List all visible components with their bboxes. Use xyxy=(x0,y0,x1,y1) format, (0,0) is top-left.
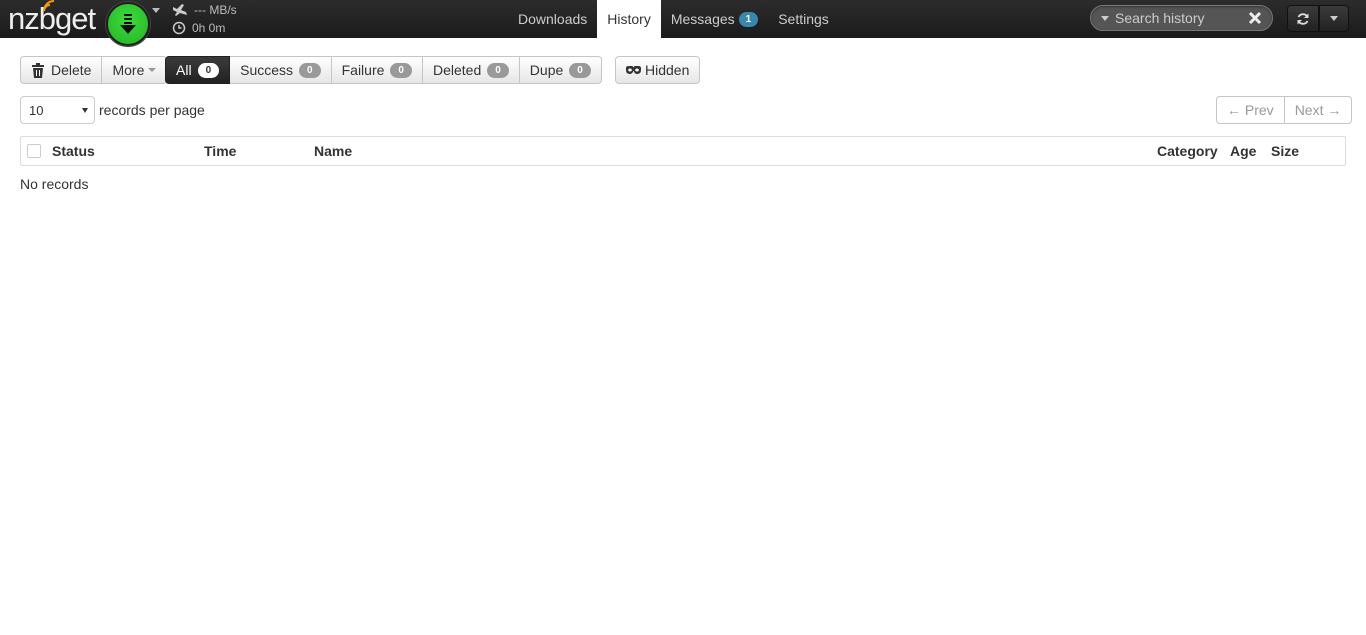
tab-downloads[interactable]: Downloads xyxy=(508,0,597,38)
speed-indicator[interactable]: --- MB/s xyxy=(172,2,237,18)
column-status[interactable]: Status xyxy=(52,137,95,165)
dropdown-arrow-icon xyxy=(82,108,88,113)
history-table-header: Status Time Name Category Age Size xyxy=(20,136,1346,166)
time-left-indicator[interactable]: 0h 0m xyxy=(172,20,225,36)
filter-dupe[interactable]: Dupe 0 xyxy=(519,56,602,84)
tab-history[interactable]: History xyxy=(597,0,661,38)
download-arrow-icon xyxy=(120,14,136,34)
prev-page-button[interactable]: ← Prev xyxy=(1216,96,1285,124)
logo-b: b xyxy=(38,0,56,36)
records-per-page: 10 records per page xyxy=(20,96,205,124)
next-page-button[interactable]: Next → xyxy=(1284,96,1353,124)
filter-count-badge: 0 xyxy=(390,62,412,78)
more-button[interactable]: More xyxy=(102,56,168,84)
plane-icon xyxy=(173,4,187,16)
pause-resume-button[interactable] xyxy=(106,2,150,46)
messages-count-badge: 1 xyxy=(738,11,759,27)
main-tabs: Downloads History Messages 1 Settings xyxy=(508,0,839,38)
speed-text: --- MB/s xyxy=(194,3,237,17)
column-category[interactable]: Category xyxy=(1157,137,1218,165)
trash-icon xyxy=(32,62,44,78)
more-caret-icon xyxy=(148,68,157,72)
actions-group: Delete More xyxy=(20,56,168,84)
select-all-checkbox[interactable] xyxy=(27,144,41,158)
search-box xyxy=(1090,5,1273,31)
refresh-icon xyxy=(1297,12,1309,25)
logo-suffix: get xyxy=(55,1,96,36)
filter-count-badge: 0 xyxy=(299,62,321,78)
filter-success[interactable]: Success 0 xyxy=(230,56,332,84)
column-name[interactable]: Name xyxy=(314,137,352,165)
per-page-select[interactable]: 10 xyxy=(20,96,95,124)
pagination: ← Prev Next → xyxy=(1216,96,1353,124)
column-age[interactable]: Age xyxy=(1230,137,1256,165)
refresh-group xyxy=(1287,5,1349,32)
per-page-label: records per page xyxy=(99,102,205,118)
column-size[interactable]: Size xyxy=(1271,137,1299,165)
filter-count-badge: 0 xyxy=(197,62,220,78)
logo-prefix: nz xyxy=(8,1,40,36)
filter-count-badge: 0 xyxy=(487,62,509,78)
tab-messages[interactable]: Messages 1 xyxy=(661,0,768,38)
filter-failure[interactable]: Failure 0 xyxy=(331,56,423,84)
empty-table-message: No records xyxy=(20,176,89,192)
search-options-caret-icon[interactable] xyxy=(1101,15,1109,21)
logo-signal-icon xyxy=(42,0,54,12)
filter-deleted[interactable]: Deleted 0 xyxy=(422,56,520,84)
per-page-value: 10 xyxy=(29,102,44,118)
app-logo[interactable]: nz b get xyxy=(8,0,96,38)
filter-count-badge: 0 xyxy=(569,62,591,78)
tab-settings[interactable]: Settings xyxy=(768,0,839,38)
clock-icon xyxy=(172,21,186,35)
play-menu-caret-icon[interactable] xyxy=(152,8,160,13)
mask-icon xyxy=(626,66,641,74)
delete-button[interactable]: Delete xyxy=(20,56,103,84)
filter-all[interactable]: All 0 xyxy=(165,56,231,84)
refresh-options-button[interactable] xyxy=(1319,5,1349,32)
navbar: nz b get --- MB/s 0h 0m Downloads History … xyxy=(0,0,1366,46)
refresh-button[interactable] xyxy=(1287,5,1319,32)
chevron-down-icon xyxy=(1330,16,1338,21)
status-filter-group: All 0 Success 0 Failure 0 Deleted 0 Dupe 0 xyxy=(165,56,602,84)
column-time[interactable]: Time xyxy=(204,137,236,165)
time-left-text: 0h 0m xyxy=(192,21,226,35)
hidden-toggle-button[interactable]: Hidden xyxy=(615,56,701,84)
clear-search-icon[interactable] xyxy=(1248,11,1262,25)
search-input[interactable] xyxy=(1115,10,1255,26)
